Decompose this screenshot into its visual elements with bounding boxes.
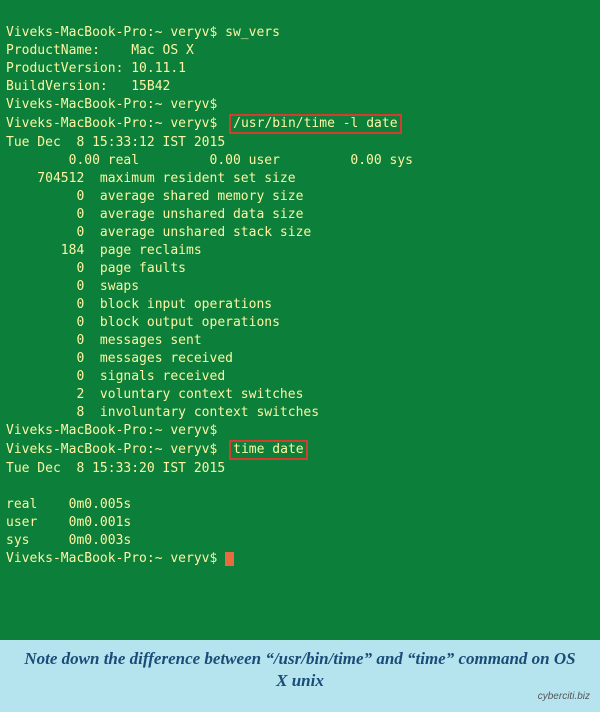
- cursor: [225, 552, 234, 566]
- command-sw-vers: sw_vers: [225, 25, 280, 40]
- output-time-summary: 0.00 real 0.00 user 0.00 sys: [6, 153, 413, 168]
- prompt-line[interactable]: Viveks-MacBook-Pro:~ veryv$: [6, 97, 225, 112]
- prompt-line[interactable]: Viveks-MacBook-Pro:~ veryv$ /usr/bin/tim…: [6, 116, 402, 131]
- output-stat: 704512 maximum resident set size: [6, 171, 296, 186]
- output-stat: 0 block output operations: [6, 315, 280, 330]
- output-stat: 0 block input operations: [6, 297, 272, 312]
- blank-line: [6, 479, 14, 494]
- output-stat: 2 voluntary context switches: [6, 387, 303, 402]
- output-date: Tue Dec 8 15:33:20 IST 2015: [6, 461, 225, 476]
- output-line: ProductVersion: 10.11.1: [6, 61, 186, 76]
- prompt-line[interactable]: Viveks-MacBook-Pro:~ veryv$: [6, 551, 234, 566]
- output-stat: 0 signals received: [6, 369, 225, 384]
- output-stat: 184 page reclaims: [6, 243, 202, 258]
- output-line: ProductName: Mac OS X: [6, 43, 194, 58]
- prompt-line[interactable]: Viveks-MacBook-Pro:~ veryv$ time date: [6, 442, 308, 457]
- prompt: Viveks-MacBook-Pro:~ veryv$: [6, 423, 225, 438]
- output-timing: real 0m0.005s: [6, 497, 131, 512]
- terminal: Viveks-MacBook-Pro:~ veryv$ sw_vers Prod…: [0, 0, 600, 640]
- output-stat: 0 average shared memory size: [6, 189, 303, 204]
- highlighted-command-time-date: time date: [229, 440, 307, 460]
- output-date: Tue Dec 8 15:33:12 IST 2015: [6, 135, 225, 150]
- output-stat: 0 average unshared stack size: [6, 225, 311, 240]
- highlighted-command-time-l: /usr/bin/time -l date: [229, 114, 401, 134]
- output-timing: user 0m0.001s: [6, 515, 131, 530]
- output-stat: 8 involuntary context switches: [6, 405, 319, 420]
- output-stat: 0 messages sent: [6, 333, 202, 348]
- output-timing: sys 0m0.003s: [6, 533, 131, 548]
- credit-text: cyberciti.biz: [538, 686, 590, 708]
- output-stat: 0 swaps: [6, 279, 139, 294]
- caption-text: Note down the difference between “/usr/b…: [24, 649, 575, 690]
- prompt: Viveks-MacBook-Pro:~ veryv$: [6, 116, 225, 131]
- output-stat: 0 messages received: [6, 351, 233, 366]
- output-line: BuildVersion: 15B42: [6, 79, 170, 94]
- prompt: Viveks-MacBook-Pro:~ veryv$: [6, 25, 225, 40]
- caption-bar: Note down the difference between “/usr/b…: [0, 640, 600, 712]
- prompt: Viveks-MacBook-Pro:~ veryv$: [6, 551, 225, 566]
- prompt-line[interactable]: Viveks-MacBook-Pro:~ veryv$: [6, 423, 225, 438]
- prompt-line[interactable]: Viveks-MacBook-Pro:~ veryv$ sw_vers: [6, 25, 280, 40]
- prompt: Viveks-MacBook-Pro:~ veryv$: [6, 442, 225, 457]
- prompt: Viveks-MacBook-Pro:~ veryv$: [6, 97, 225, 112]
- output-stat: 0 average unshared data size: [6, 207, 303, 222]
- output-stat: 0 page faults: [6, 261, 186, 276]
